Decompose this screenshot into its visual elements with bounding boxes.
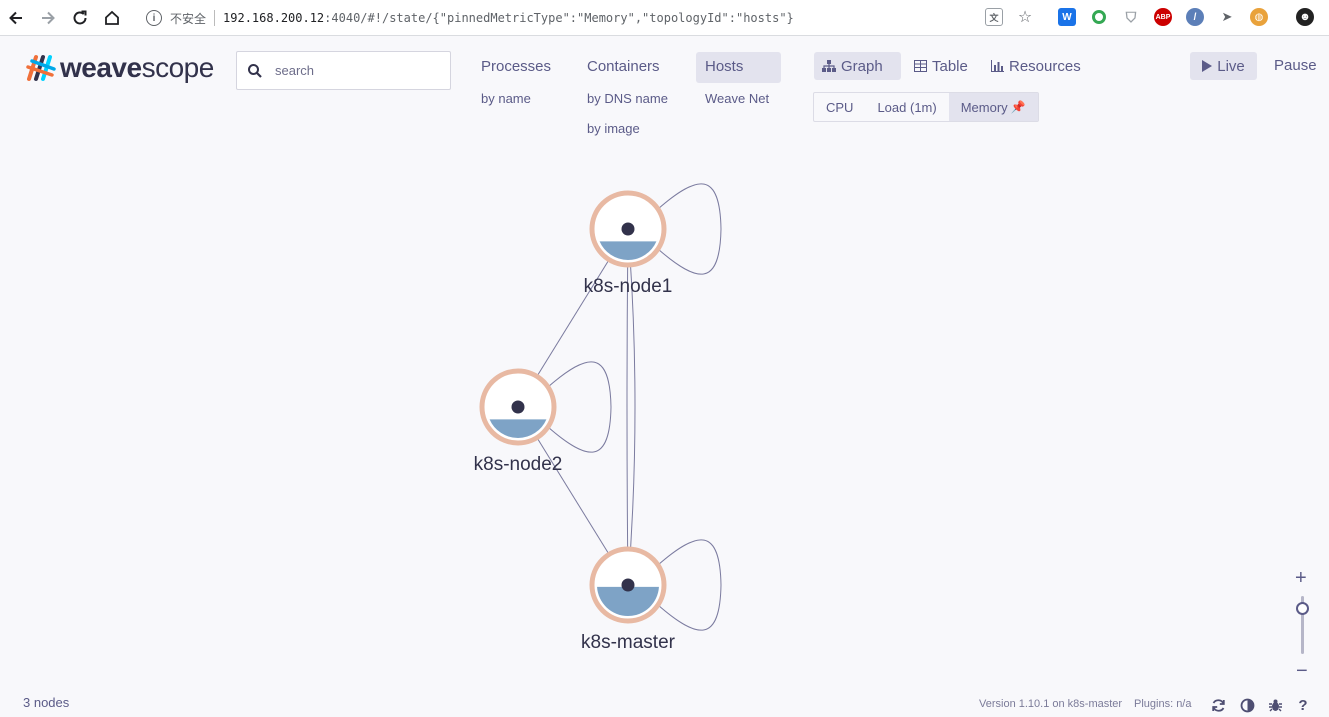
zoom-out-button[interactable]: −: [1296, 660, 1308, 683]
graph-edge: [627, 228, 636, 586]
zoom-in-button[interactable]: +: [1295, 567, 1307, 590]
host-node[interactable]: k8s-node2: [474, 368, 563, 475]
self-loop-edge: [657, 539, 722, 631]
topology-graph: k8s-node1 k8s-node2 k8s-master: [474, 183, 722, 653]
metric-selector: CPU Load (1m) Memory 📌: [813, 92, 1039, 122]
version-text: Version 1.10.1 on k8s-master: [979, 698, 1123, 710]
sub-topology-containers-by-dns[interactable]: by DNS name: [587, 91, 668, 106]
graph-nodes: k8s-node1 k8s-node2 k8s-master: [474, 190, 676, 653]
address-bar[interactable]: i 不安全 192.168.200.12:4040/#!/state/{"pin…: [140, 6, 794, 30]
node-center-dot: [621, 578, 635, 592]
search-box[interactable]: [236, 51, 451, 90]
memory-fill: [597, 586, 659, 617]
table-icon: [914, 60, 927, 72]
resources-view-label: Resources: [1009, 57, 1081, 75]
metric-memory-label: Memory: [960, 99, 1008, 115]
live-label: Live: [1217, 57, 1245, 75]
graph-icon: [822, 60, 836, 72]
graph-edges: [517, 183, 722, 631]
contrast-icon[interactable]: [1239, 697, 1255, 713]
zoom-slider-handle[interactable]: [1296, 602, 1309, 615]
node-ring: [589, 190, 667, 268]
help-icon[interactable]: ?: [1295, 697, 1311, 714]
node-count: 3 nodes: [23, 695, 70, 710]
node-ring: [589, 546, 667, 624]
logo-text: weavescope: [60, 52, 214, 83]
sub-topology-containers-by-image[interactable]: by image: [587, 121, 640, 136]
resources-view-button[interactable]: Resources: [983, 52, 1089, 80]
url-separator: [214, 10, 216, 26]
adblock-icon[interactable]: ABP: [1154, 8, 1172, 26]
table-view-label: Table: [932, 57, 968, 75]
graph-edge: [517, 228, 629, 408]
table-view-button[interactable]: Table: [906, 52, 976, 80]
sub-topology-processes-by-name[interactable]: by name: [481, 91, 531, 106]
reload-icon[interactable]: [64, 2, 96, 34]
info-icon[interactable]: i: [146, 10, 162, 26]
node-label[interactable]: k8s-node2: [474, 454, 563, 475]
memory-fill: [599, 241, 657, 260]
topology-hosts[interactable]: Hosts: [696, 52, 781, 83]
extension-cursor-icon[interactable]: ➤: [1218, 8, 1236, 26]
metric-memory[interactable]: Memory 📌: [948, 93, 1038, 121]
graph-view-label: Graph: [841, 57, 883, 75]
bar-chart-icon: [991, 60, 1004, 72]
extension-globe-icon[interactable]: ◍: [1250, 8, 1268, 26]
weavescope-logo[interactable]: weavescope: [26, 52, 214, 84]
node-center-dot: [511, 400, 525, 414]
extension-w-icon[interactable]: W: [1058, 8, 1076, 26]
pause-button[interactable]: Pause: [1274, 57, 1317, 74]
weave-logo-icon: [26, 53, 56, 83]
bookmark-star-icon[interactable]: ☆: [1016, 8, 1034, 26]
play-icon: [1202, 60, 1213, 72]
pin-icon: 📌: [1010, 100, 1026, 114]
node-center-dot: [621, 222, 635, 236]
topology-containers[interactable]: Containers: [587, 58, 660, 75]
forward-icon[interactable]: [32, 2, 64, 34]
home-icon[interactable]: [96, 2, 128, 34]
topology-processes[interactable]: Processes: [481, 58, 551, 75]
node-ring: [479, 368, 557, 446]
extension-feather-icon[interactable]: /: [1186, 8, 1204, 26]
browser-toolbar: i 不安全 192.168.200.12:4040/#!/state/{"pin…: [0, 0, 1329, 36]
sub-topology-hosts-weave-net[interactable]: Weave Net: [705, 91, 769, 106]
insecure-label: 不安全: [170, 11, 207, 26]
graph-edge: [517, 406, 629, 586]
url-path: :4040/#!/state/{"pinnedMetricType":"Memo…: [324, 11, 794, 25]
memory-fill: [489, 419, 547, 438]
self-loop-edge: [657, 183, 722, 275]
profile-avatar[interactable]: ☻: [1296, 8, 1314, 26]
metric-cpu[interactable]: CPU: [814, 93, 865, 121]
search-icon: [248, 63, 262, 78]
plugins-text: Plugins: n/a: [1134, 698, 1192, 710]
graph-view-button[interactable]: Graph: [814, 52, 901, 80]
search-input[interactable]: [275, 63, 435, 78]
bug-icon[interactable]: [1267, 697, 1283, 713]
host-node[interactable]: k8s-node1: [584, 190, 673, 297]
live-button[interactable]: Live: [1190, 52, 1257, 80]
extension-circle-icon[interactable]: [1090, 8, 1108, 26]
refresh-icon[interactable]: [1210, 697, 1226, 713]
url-host: 192.168.200.12: [223, 11, 325, 25]
extension-shield-icon[interactable]: ⛉: [1122, 8, 1140, 26]
metric-load[interactable]: Load (1m): [865, 93, 948, 121]
node-label[interactable]: k8s-node1: [584, 276, 673, 297]
topology-hosts-label: Hosts: [705, 58, 744, 75]
graph-edge: [626, 228, 629, 586]
back-icon[interactable]: [0, 2, 32, 34]
node-label[interactable]: k8s-master: [581, 632, 676, 653]
translate-icon[interactable]: 文: [985, 8, 1003, 26]
host-node[interactable]: k8s-master: [581, 546, 676, 653]
self-loop-edge: [547, 361, 612, 453]
